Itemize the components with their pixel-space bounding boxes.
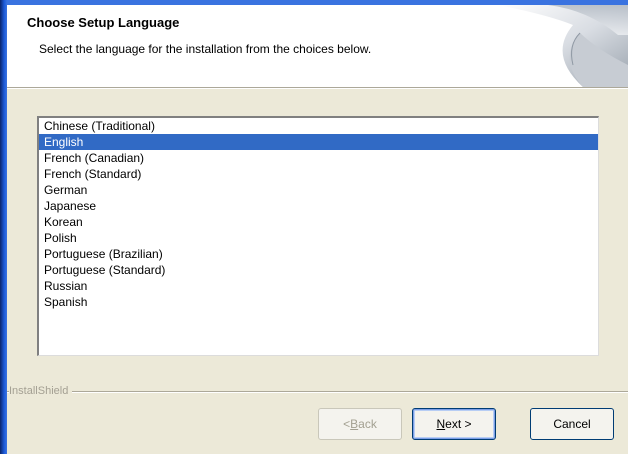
list-item[interactable]: Polish (39, 230, 598, 246)
list-item[interactable]: Japanese (39, 198, 598, 214)
header-divider (7, 87, 628, 89)
next-button-accel: N (436, 417, 446, 431)
back-button-label: ack (358, 417, 377, 431)
installshield-graphic-icon (498, 5, 628, 87)
cancel-button-label: Cancel (553, 417, 591, 431)
brand-label: InstallShield (9, 384, 73, 398)
window-left-border (0, 0, 7, 454)
installshield-branding: InstallShield (7, 384, 628, 398)
language-listbox[interactable]: Chinese (Traditional) English French (Ca… (37, 116, 599, 356)
list-item[interactable]: Chinese (Traditional) (39, 118, 598, 134)
back-button[interactable]: < Back (318, 408, 402, 440)
list-item[interactable]: Portuguese (Standard) (39, 262, 598, 278)
back-button-prefix: < (343, 417, 351, 431)
page-subtitle: Select the language for the installation… (39, 42, 372, 56)
cancel-button[interactable]: Cancel (530, 408, 614, 440)
list-item[interactable]: German (39, 182, 598, 198)
list-item[interactable]: Spanish (39, 294, 598, 310)
back-button-accel: B (350, 417, 359, 431)
list-item-selected[interactable]: English (39, 134, 598, 150)
list-item[interactable]: Korean (39, 214, 598, 230)
next-button[interactable]: Next > (412, 408, 496, 440)
list-item[interactable]: Russian (39, 278, 598, 294)
list-item[interactable]: French (Canadian) (39, 150, 598, 166)
list-item[interactable]: French (Standard) (39, 166, 598, 182)
list-item[interactable]: Portuguese (Brazilian) (39, 246, 598, 262)
next-button-label: ext > (445, 417, 472, 431)
page-title: Choose Setup Language (27, 15, 180, 30)
branding-divider (7, 391, 628, 393)
dialog-header: Choose Setup Language Select the languag… (7, 5, 628, 87)
